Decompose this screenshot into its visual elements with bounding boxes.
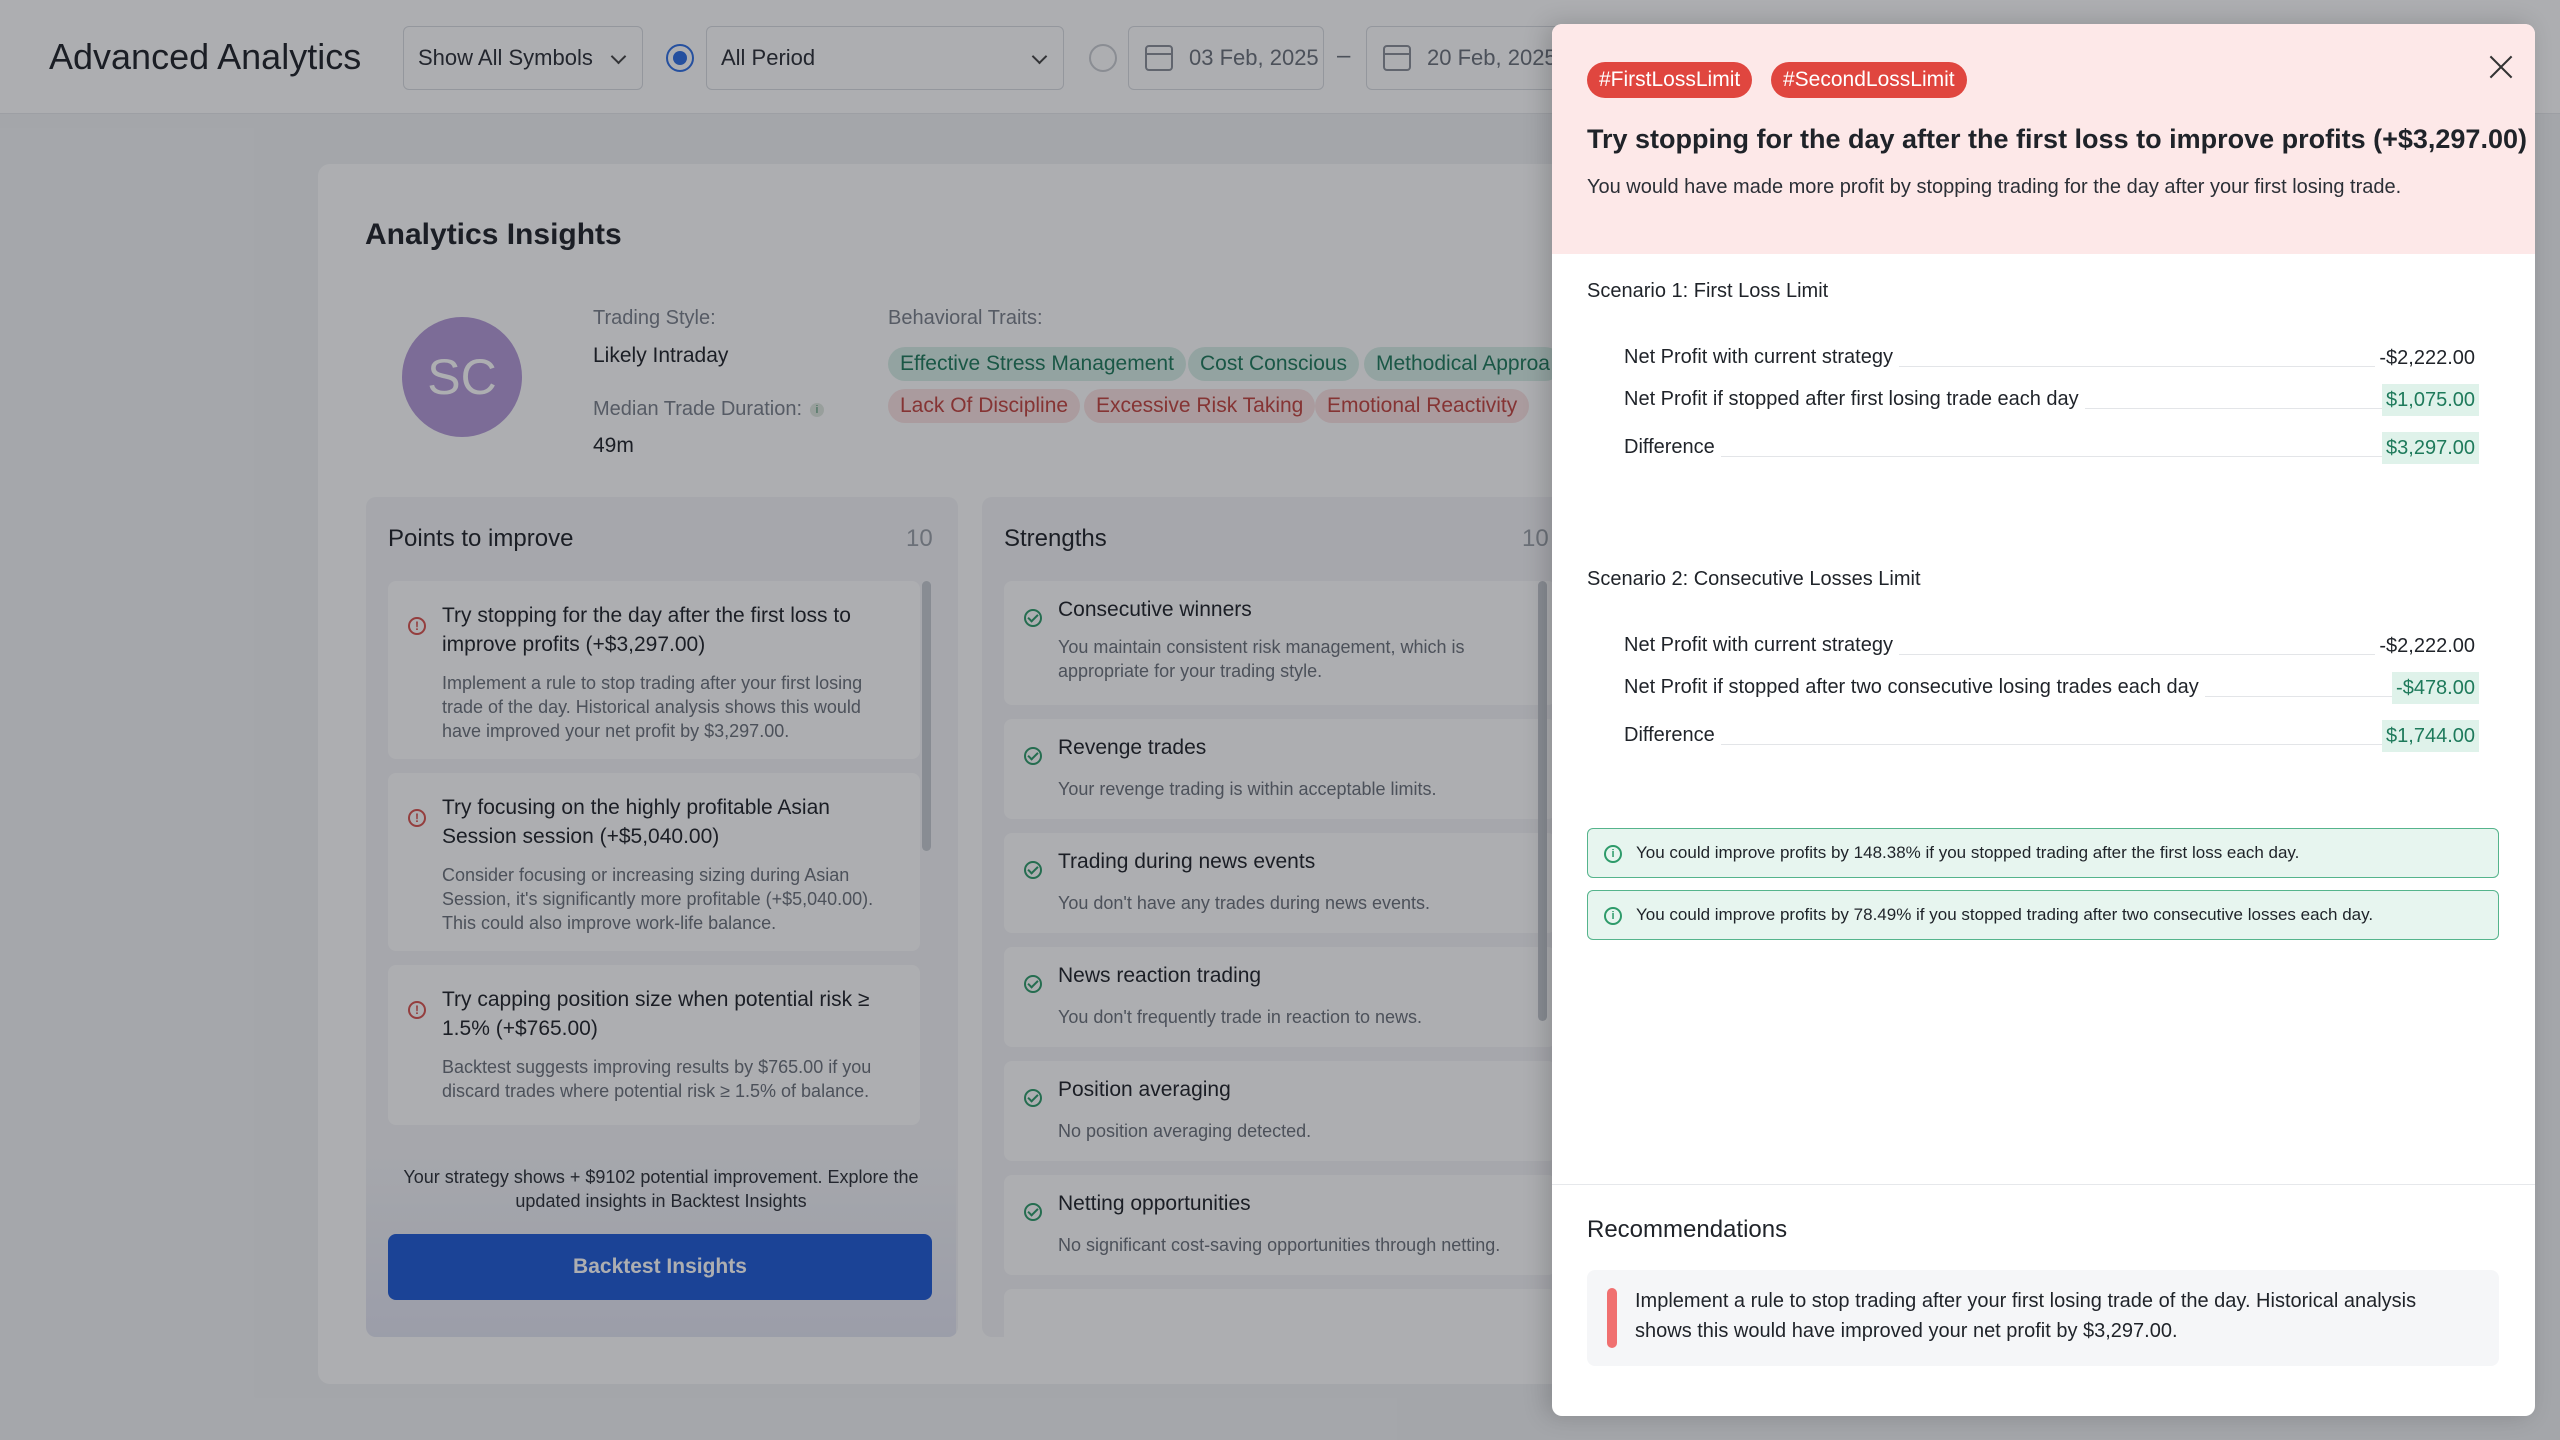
recommendations-divider — [1552, 1184, 2535, 1185]
row-value: $3,297.00 — [2382, 432, 2479, 464]
tag-first-loss-limit: #FirstLossLimit — [1587, 62, 1753, 98]
scenario-1-row: Net Profit with current strategy -$2,222… — [1624, 338, 2479, 378]
scenario-1-title: Scenario 1: First Loss Limit — [1587, 280, 1829, 302]
close-icon[interactable] — [2484, 50, 2518, 84]
scenario-2-row: Net Profit with current strategy -$2,222… — [1624, 626, 2479, 666]
recommendation-card: Implement a rule to stop trading after y… — [1587, 1270, 2499, 1366]
insight-detail-drawer: #FirstLossLimit #SecondLossLimit Try sto… — [1552, 24, 2535, 1416]
scenario-1-row: Difference $3,297.00 — [1624, 428, 2479, 468]
scenario-2-row: Net Profit if stopped after two consecut… — [1624, 668, 2479, 708]
row-value: -$2,222.00 — [2375, 342, 2479, 374]
scenario-2-row: Difference $1,744.00 — [1624, 716, 2479, 756]
drawer-header: #FirstLossLimit #SecondLossLimit Try sto… — [1552, 24, 2535, 254]
row-label: Net Profit if stopped after two consecut… — [1624, 676, 2205, 699]
row-value: $1,744.00 — [2382, 720, 2479, 752]
row-value: -$478.00 — [2392, 672, 2479, 704]
improvement-note-text: You could improve profits by 148.38% if … — [1636, 843, 2300, 862]
scenario-2-title: Scenario 2: Consecutive Losses Limit — [1587, 568, 1921, 590]
info-icon: i — [1604, 907, 1622, 925]
row-label: Difference — [1624, 436, 1721, 459]
row-label: Net Profit with current strategy — [1624, 634, 1899, 657]
improvement-note-text: You could improve profits by 78.49% if y… — [1636, 905, 2374, 924]
row-label: Net Profit if stopped after first losing… — [1624, 388, 2085, 411]
drawer-subtitle: You would have made more profit by stopp… — [1587, 176, 2402, 198]
row-value: -$2,222.00 — [2375, 630, 2479, 662]
recommendation-accent-bar — [1607, 1288, 1617, 1348]
drawer-title: Try stopping for the day after the first… — [1587, 124, 2527, 154]
row-leader-line — [1624, 456, 2479, 457]
improvement-note: i You could improve profits by 78.49% if… — [1587, 890, 2499, 940]
recommendation-text: Implement a rule to stop trading after y… — [1635, 1290, 2417, 1342]
row-label: Net Profit with current strategy — [1624, 346, 1899, 369]
tag-second-loss-limit: #SecondLossLimit — [1771, 62, 1967, 98]
recommendations-title: Recommendations — [1587, 1216, 1788, 1243]
row-label: Difference — [1624, 724, 1721, 747]
scenario-1-row: Net Profit if stopped after first losing… — [1624, 380, 2479, 420]
info-icon: i — [1604, 845, 1622, 863]
improvement-note: i You could improve profits by 148.38% i… — [1587, 828, 2499, 878]
row-value: $1,075.00 — [2382, 384, 2479, 416]
row-leader-line — [1624, 744, 2479, 745]
